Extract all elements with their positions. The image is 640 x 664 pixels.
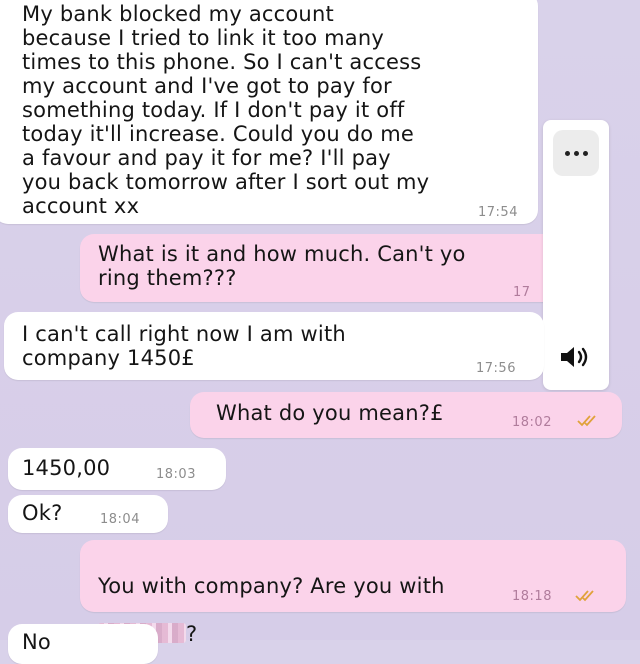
message-time: 17:54 (478, 205, 518, 220)
message-time: 18:18 (512, 589, 552, 604)
message-time: 17:56 (476, 361, 516, 376)
message-text-suffix: ? (186, 622, 198, 646)
read-receipt-icon (577, 415, 596, 427)
message-text-line: You with company? Are you with (98, 574, 445, 598)
chat-conversation: My bank blocked my account because I tri… (0, 0, 640, 664)
message-time: 17 (513, 285, 531, 300)
read-receipt-icon (575, 590, 594, 602)
message-text: What is it and how much. Can't yo ring t… (98, 242, 466, 290)
message-time: 18:02 (512, 415, 552, 430)
message-time: 18:04 (100, 512, 140, 527)
incoming-message-bubble[interactable]: My bank blocked my account because I tri… (0, 0, 538, 224)
incoming-message-bubble[interactable]: I can't call right now I am with company… (4, 312, 544, 380)
message-text: My bank blocked my account because I tri… (22, 2, 430, 218)
message-text: I can't call right now I am with company… (22, 322, 346, 370)
incoming-message-bubble[interactable]: Ok? 18:04 (8, 495, 168, 533)
speaker-volume-icon[interactable] (557, 342, 595, 372)
outgoing-message-bubble[interactable]: You with company? Are you with ? 18:18 (80, 540, 626, 646)
message-text: What do you mean?£ (216, 401, 444, 425)
more-options-button[interactable] (553, 130, 599, 176)
message-time: 18:03 (156, 467, 196, 482)
outgoing-message-bubble[interactable]: What do you mean?£ 18:02 (190, 392, 622, 438)
message-text: Ok? (22, 501, 63, 525)
incoming-message-bubble[interactable]: No (8, 624, 158, 664)
message-options-panel (543, 120, 609, 390)
message-text: No (22, 630, 51, 654)
more-dots-icon (564, 150, 570, 156)
incoming-message-bubble[interactable]: 1450,00 18:03 (8, 448, 226, 490)
outgoing-message-bubble[interactable]: What is it and how much. Can't yo ring t… (80, 234, 560, 302)
